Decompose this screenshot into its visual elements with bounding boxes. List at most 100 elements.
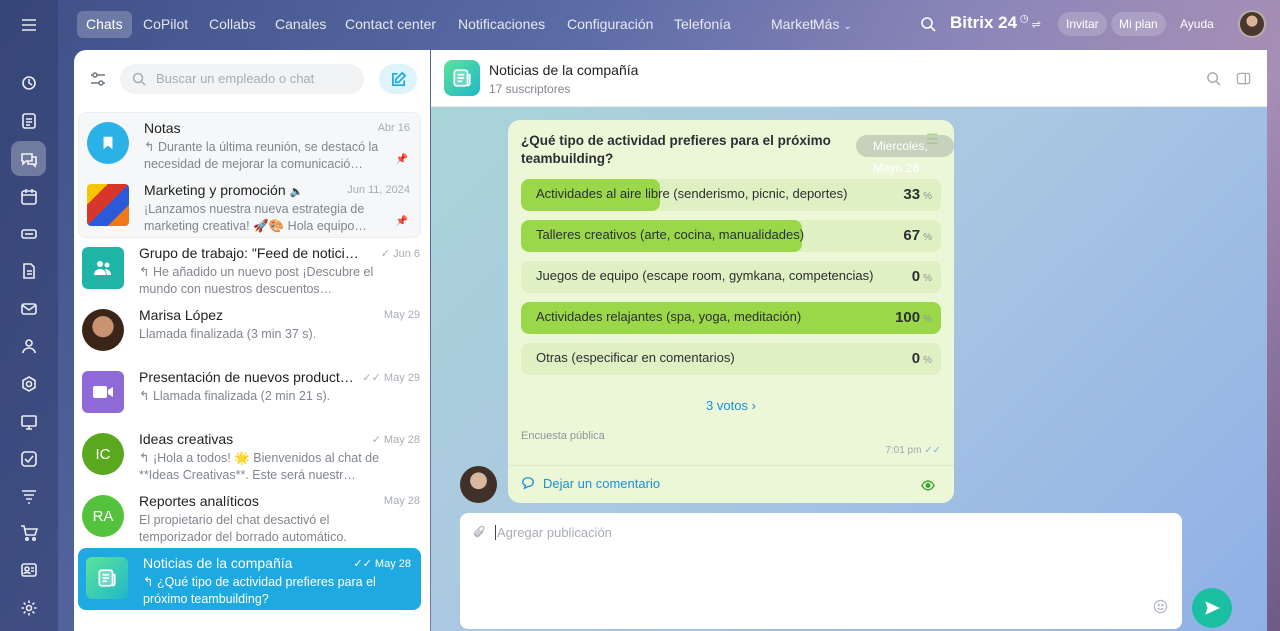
nav-configuracion[interactable]: Configuración	[558, 11, 662, 38]
composer-input[interactable]: Agregar publicación	[495, 525, 612, 540]
crm-icon[interactable]	[11, 366, 46, 401]
chat-preview: El propietario del chat desactivó el tem…	[139, 513, 347, 544]
mail-icon[interactable]	[11, 291, 46, 326]
chat-list: Notas Abr 16 ↰ Durante la última reunión…	[74, 112, 430, 610]
employees-icon[interactable]	[11, 328, 46, 363]
attach-icon[interactable]	[472, 525, 487, 543]
poll-option[interactable]: Talleres creativos (arte, cocina, manual…	[521, 220, 941, 252]
nav-canales[interactable]: Canales	[266, 11, 335, 38]
chat-preview: ↰ Durante la última reunión, se destacó …	[144, 139, 389, 173]
search-icon[interactable]	[1206, 71, 1221, 91]
calendar-icon[interactable]	[11, 179, 46, 214]
emoji-icon[interactable]	[1153, 599, 1168, 619]
read-check-icon: ✓✓	[353, 558, 372, 570]
invite-button[interactable]: Invitar	[1058, 12, 1107, 36]
reply-icon: ↰	[139, 389, 153, 403]
chat-preview: ¡Lanzamos nuestra nueva estrategia de ma…	[144, 202, 367, 233]
compose-icon	[391, 71, 406, 86]
message-time-text: 7:01 pm	[885, 445, 922, 456]
chat-item-reportes[interactable]: RA Reportes analíticos May 28 El propiet…	[74, 486, 430, 548]
channel-avatar[interactable]	[444, 60, 480, 96]
disk-icon[interactable]	[11, 216, 46, 251]
reply-icon: ↰	[143, 575, 157, 589]
reply-icon: ↰	[139, 451, 153, 465]
notes-avatar	[87, 122, 129, 164]
chevron-down-icon: ⌄	[843, 21, 852, 32]
chat-date: Jun 11, 2024	[347, 184, 410, 196]
chat-preview: ↰ ¡Hola a todos! 🌟 Bienvenidos al chat d…	[139, 450, 384, 484]
chat-date: ✓✓ May 29	[362, 371, 420, 384]
menu-icon[interactable]	[11, 7, 46, 42]
search-input[interactable]: Buscar un empleado o chat	[120, 64, 364, 94]
chat-name: Marketing y promoción 🔈	[144, 182, 364, 198]
chat-item-presentacion[interactable]: Presentación de nuevos product… ✓✓ May 2…	[74, 362, 430, 424]
votes-link[interactable]: 3 votos ›	[508, 398, 954, 413]
nav-copilot[interactable]: CoPilot	[134, 11, 197, 38]
chat-item-noticias[interactable]: Noticias de la compañía ✓✓ May 28 ↰ ¿Qué…	[78, 548, 421, 610]
chat-preview-text: ¿Qué tipo de actividad prefieres para el…	[143, 575, 376, 606]
nav-collabs[interactable]: Collabs	[200, 11, 265, 38]
nav-mas[interactable]: Más ⌄	[804, 11, 861, 38]
comment-link[interactable]: Dejar un comentario	[521, 476, 660, 491]
sidebar-toggle-icon[interactable]	[1236, 71, 1251, 91]
feed-icon[interactable]	[11, 65, 46, 100]
poll-type: Encuesta pública	[521, 430, 605, 442]
comment-icon	[522, 477, 534, 490]
chat-date: May 29	[383, 309, 420, 321]
chat-name: Presentación de nuevos product…	[139, 369, 354, 385]
help-button[interactable]: Ayuda	[1172, 12, 1222, 36]
nav-notificaciones[interactable]: Notificaciones	[449, 11, 554, 38]
contacts-icon[interactable]	[11, 552, 46, 587]
read-check-icon: ✓	[371, 434, 381, 446]
poll-option[interactable]: Actividades al aire libre (senderismo, p…	[521, 179, 941, 211]
nav-contact-center[interactable]: Contact center	[336, 11, 445, 38]
people-icon	[94, 261, 111, 275]
settings-icon[interactable]	[11, 590, 46, 625]
news-avatar	[86, 557, 128, 599]
nav-chats[interactable]: Chats	[77, 11, 132, 38]
read-check-icon: ✓	[380, 248, 391, 260]
my-plan-button[interactable]: Mi plan	[1111, 12, 1166, 36]
poll-option[interactable]: Actividades relajantes (spa, yoga, medit…	[521, 302, 941, 334]
poll-question: ¿Qué tipo de actividad prefieres para el…	[521, 133, 831, 166]
cart-icon[interactable]	[11, 515, 46, 550]
automation-icon[interactable]	[11, 478, 46, 513]
chat-item-grupo-trabajo[interactable]: Grupo de trabajo: "Feed de notici… ✓ Jun…	[74, 238, 430, 300]
chat-item-notas[interactable]: Notas Abr 16 ↰ Durante la última reunión…	[79, 113, 420, 175]
chat-item-ideas-creativas[interactable]: IC Ideas creativas ✓ May 28 ↰ ¡Hola a to…	[74, 424, 430, 486]
nav-telefonia[interactable]: Telefonía	[665, 11, 740, 38]
chat-item-marketing[interactable]: Marketing y promoción 🔈 Jun 11, 2024 ¡La…	[79, 175, 420, 237]
chats-icon[interactable]	[11, 141, 46, 176]
filter-icon[interactable]	[89, 70, 107, 88]
message-composer[interactable]: Agregar publicación	[460, 513, 1182, 629]
user-avatar[interactable]	[1238, 10, 1266, 38]
read-check-icon: ✓✓	[924, 445, 941, 456]
checklist-icon[interactable]	[11, 441, 46, 476]
documents-icon[interactable]	[11, 253, 46, 288]
newspaper-icon	[98, 569, 116, 587]
author-avatar[interactable]	[460, 466, 497, 503]
chat-item-marisa-lopez[interactable]: Marisa López May 29 Llamada finalizada (…	[74, 300, 430, 362]
poll-option-label: Talleres creativos (arte, cocina, manual…	[536, 227, 805, 242]
poll-option[interactable]: Juegos de equipo (escape room, gymkana, …	[521, 261, 941, 293]
chat-name: Grupo de trabajo: "Feed de notici…	[139, 245, 359, 261]
poll-option[interactable]: Otras (especificar en comentarios) 0%	[521, 343, 941, 375]
chat-date: May 28	[383, 495, 420, 507]
tasks-icon[interactable]	[11, 103, 46, 138]
reply-icon: ↰	[144, 140, 158, 154]
search-icon[interactable]	[920, 16, 936, 32]
brand-logo[interactable]: Bitrix 24 ◷ ⇌	[950, 13, 1041, 33]
sites-icon[interactable]	[11, 404, 46, 439]
chat-preview-text: Llamada finalizada (2 min 21 s).	[152, 389, 331, 403]
new-chat-button[interactable]	[379, 64, 417, 94]
percent-sign: %	[923, 273, 932, 284]
send-button[interactable]	[1192, 588, 1232, 628]
message-time: 7:01 pm ✓✓	[885, 445, 941, 456]
poll-option-percent: 100%	[895, 302, 932, 334]
nav-mas-label: Más	[813, 16, 840, 32]
pin-icon: 📌	[395, 154, 408, 165]
conversation-title[interactable]: Noticias de la compañía	[489, 62, 638, 78]
chat-date-text: Jun 6	[393, 248, 420, 260]
date-separator: Miercoles, Mayo 28	[856, 135, 954, 175]
subscriber-count[interactable]: 17 suscriptores	[489, 82, 570, 96]
